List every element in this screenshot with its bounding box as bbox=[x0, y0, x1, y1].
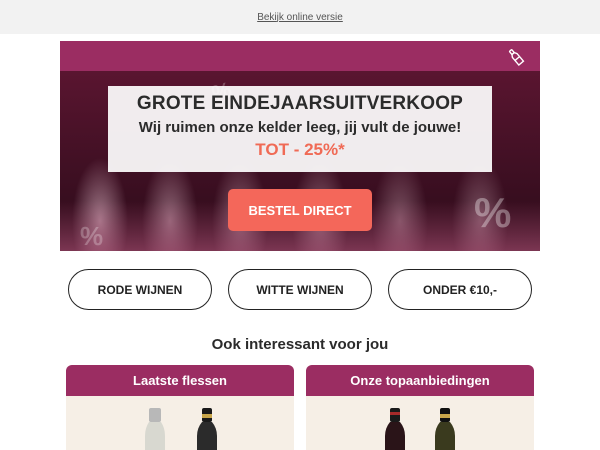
category-under-10-button[interactable]: ONDER €10,- bbox=[388, 269, 532, 310]
card-image bbox=[66, 396, 294, 450]
top-offers-card[interactable]: Onze topaanbiedingen bbox=[306, 365, 534, 450]
percent-decoration-icon: % bbox=[474, 189, 512, 236]
percent-decoration-icon: % bbox=[80, 221, 104, 251]
wine-bottle-icon bbox=[508, 49, 525, 67]
wine-bottle-image bbox=[435, 408, 455, 450]
category-red-wines-button[interactable]: RODE WIJNEN bbox=[68, 269, 212, 310]
order-now-button[interactable]: BESTEL DIRECT bbox=[228, 189, 372, 231]
hero-discount: TOT - 25%* bbox=[255, 140, 345, 159]
top-bar: Bekijk online versie bbox=[0, 0, 600, 34]
category-white-wines-button[interactable]: WITTE WIJNEN bbox=[228, 269, 372, 310]
last-bottles-card[interactable]: Laatste flessen bbox=[66, 365, 294, 450]
card-title: Onze topaanbiedingen bbox=[306, 365, 534, 396]
wine-bottle-image bbox=[197, 408, 217, 450]
view-online-link[interactable]: Bekijk online versie bbox=[257, 12, 343, 23]
hero-subtitle: Wij ruimen onze kelder leeg, jij vult de… bbox=[138, 119, 462, 136]
card-title: Laatste flessen bbox=[66, 365, 294, 396]
recommendations-heading: Ook interessant voor jou bbox=[211, 336, 389, 353]
hero-title: GROTE EINDEJAARSUITVERKOOP bbox=[136, 93, 464, 114]
hero-text-panel: GROTE EINDEJAARSUITVERKOOP Wij ruimen on… bbox=[108, 86, 492, 172]
wine-bottle-image bbox=[145, 408, 165, 450]
card-image bbox=[306, 396, 534, 450]
wine-bottle-image bbox=[385, 408, 405, 450]
